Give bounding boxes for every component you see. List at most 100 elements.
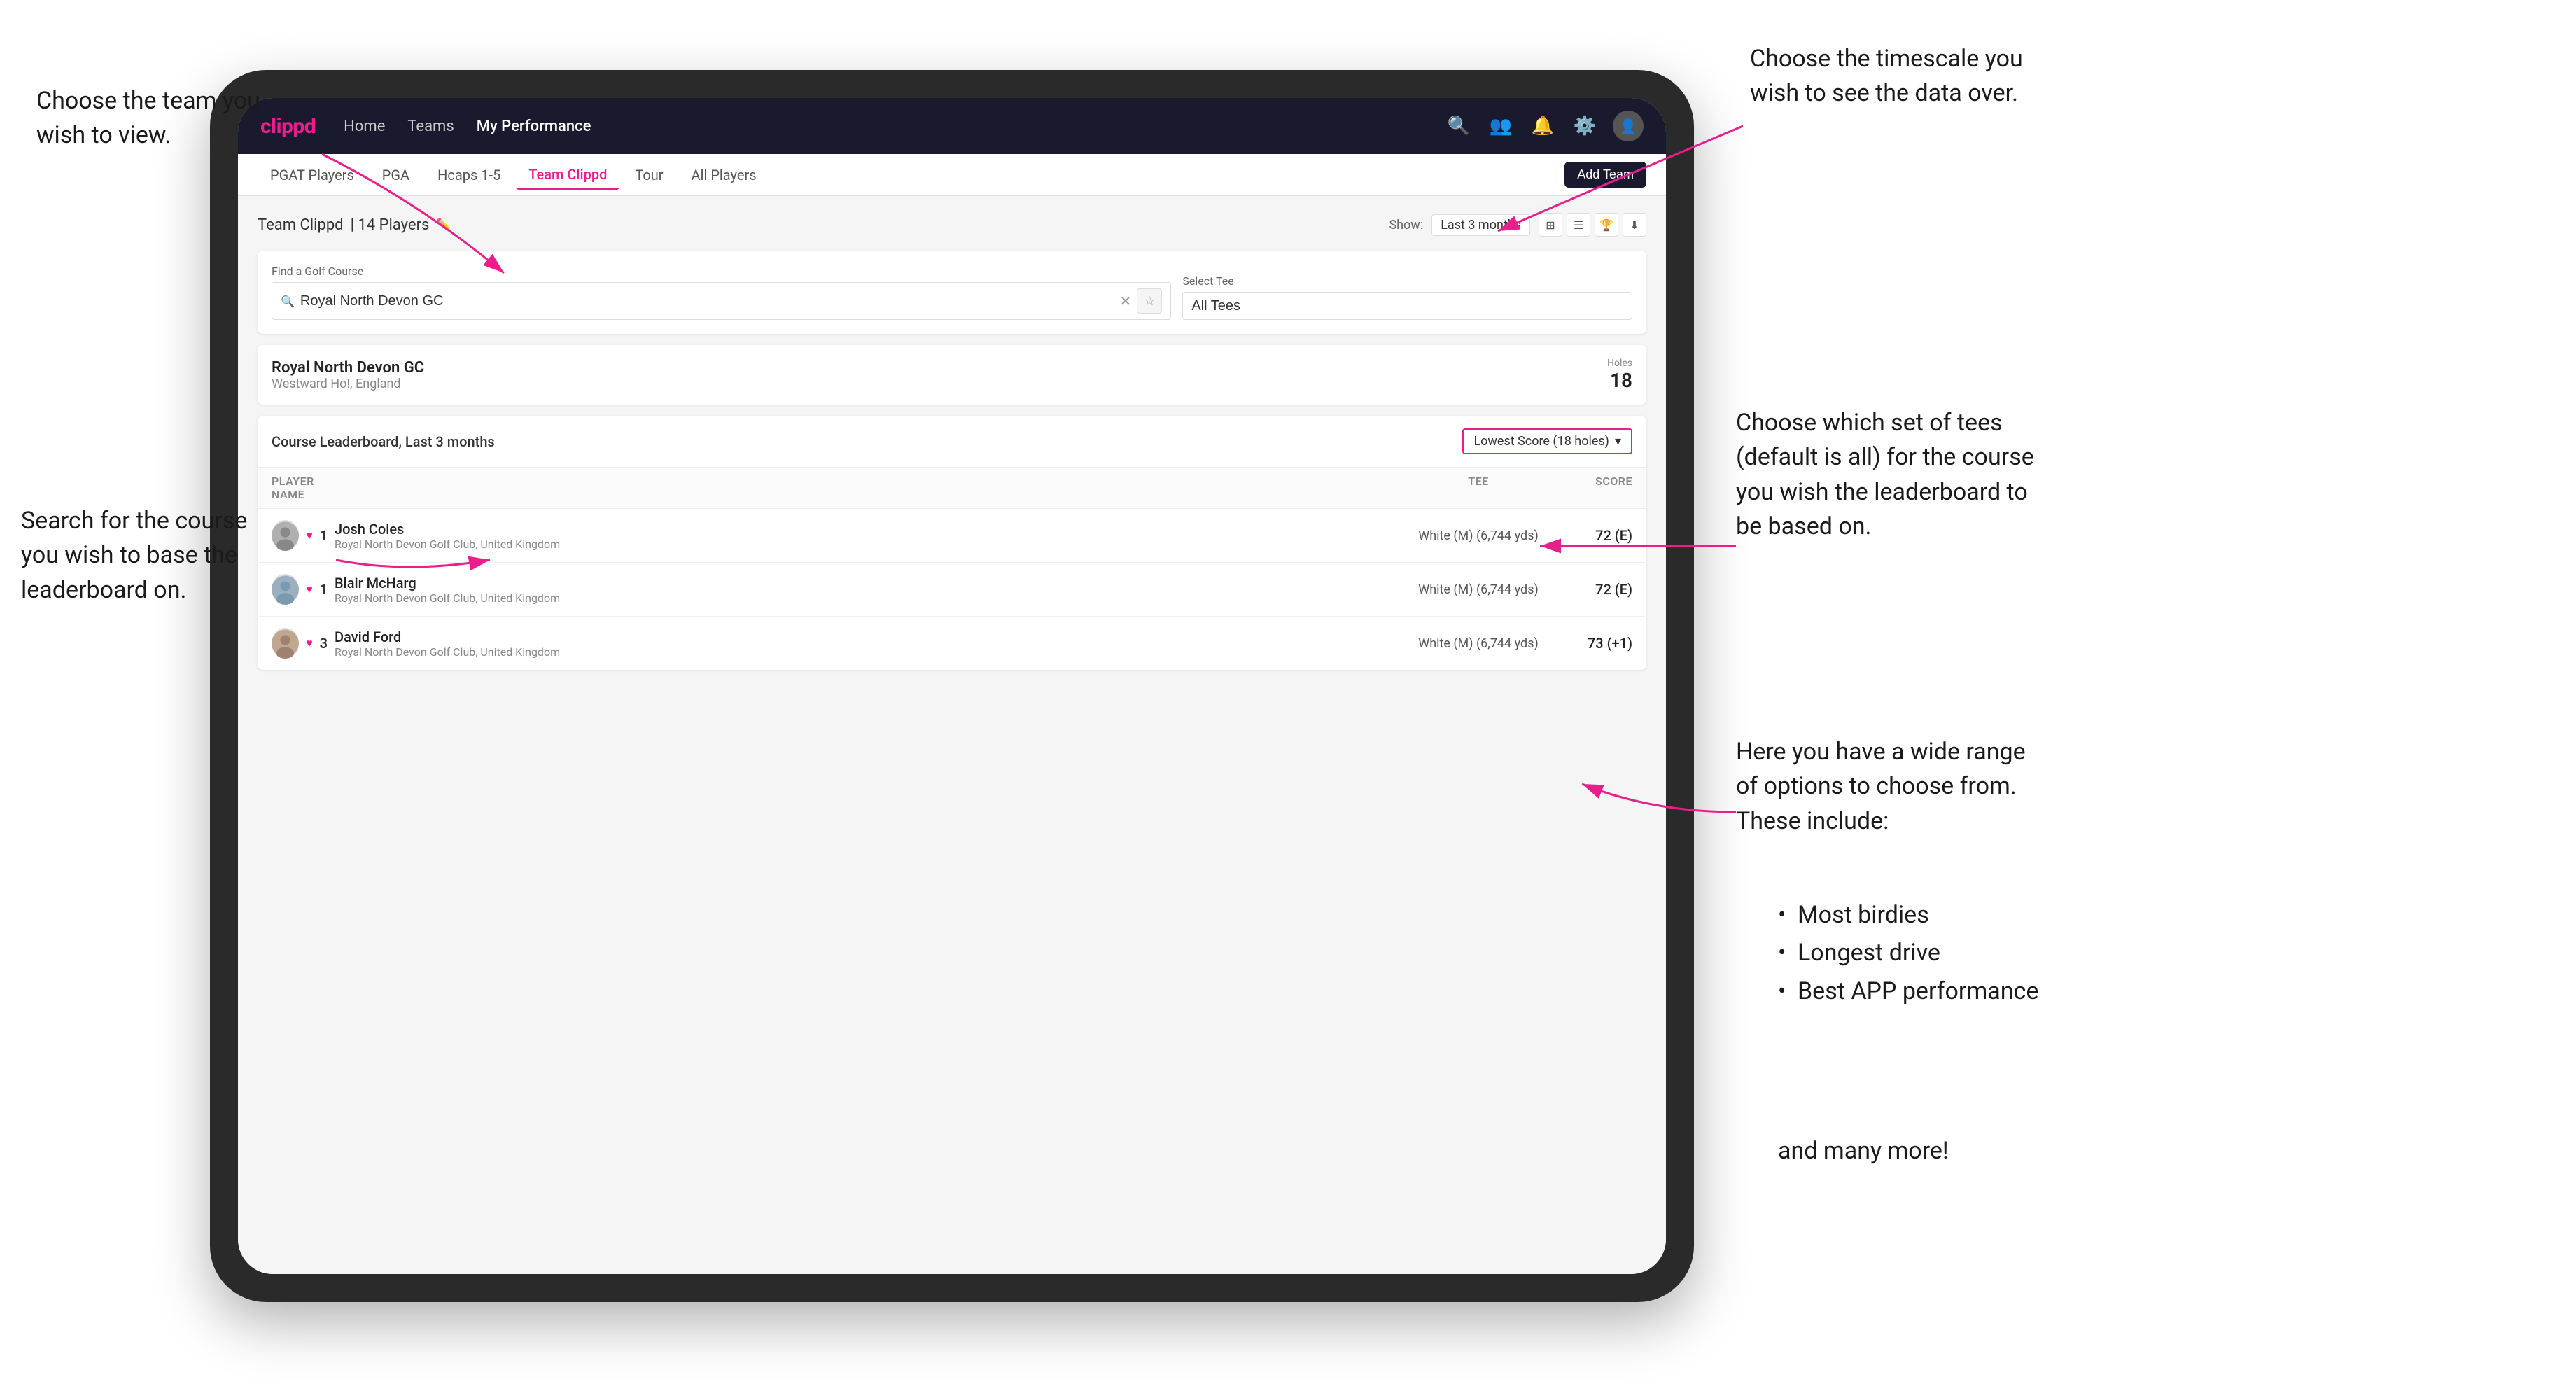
rank-2: 1	[320, 581, 328, 598]
annotation-top-right: Choose the timescale youwish to see the …	[1750, 42, 2023, 111]
player-info-1: Josh Coles Royal North Devon Golf Club, …	[328, 521, 1408, 551]
add-team-button[interactable]: Add Team	[1564, 162, 1646, 188]
find-course-group: Find a Golf Course 🔍 ✕ ☆	[272, 265, 1171, 320]
table-header: PLAYER NAME TEE SCORE	[258, 468, 1646, 509]
player-club-1: Royal North Devon Golf Club, United King…	[335, 538, 1408, 551]
course-name: Royal North Devon GC	[272, 359, 424, 377]
favorite-button[interactable]: ☆	[1137, 288, 1162, 314]
bell-icon[interactable]: 🔔	[1529, 112, 1557, 140]
subnav-hcaps[interactable]: Hcaps 1-5	[425, 161, 513, 189]
player-club-2: Royal North Devon Golf Club, United King…	[335, 592, 1408, 605]
subnav-pga[interactable]: PGA	[370, 161, 422, 189]
annotation-right-tees: Choose which set of tees(default is all)…	[1736, 406, 2034, 544]
score-1: 72 (E)	[1548, 527, 1632, 544]
heart-icon-2: ♥	[306, 582, 313, 596]
player-name-1: Josh Coles	[335, 521, 1408, 538]
search-section: Find a Golf Course 🔍 ✕ ☆ Select Tee All …	[258, 251, 1646, 334]
search-input[interactable]	[300, 293, 1114, 309]
leaderboard-section: Course Leaderboard, Last 3 months Lowest…	[258, 416, 1646, 670]
player-rank-3: ♥ 3	[272, 628, 328, 659]
sort-label: Lowest Score (18 holes)	[1474, 434, 1609, 449]
list-view-icon[interactable]: ☰	[1567, 213, 1590, 237]
find-course-label: Find a Golf Course	[272, 265, 1171, 278]
player-info-3: David Ford Royal North Devon Golf Club, …	[328, 629, 1408, 659]
subnav-all-players[interactable]: All Players	[679, 161, 769, 189]
download-icon[interactable]: ⬇	[1623, 213, 1646, 237]
table-row: ♥ 1 Josh Coles Royal North Devon Golf Cl…	[258, 509, 1646, 563]
player-rank-1: ♥ 1	[272, 520, 328, 551]
holes-count: 18	[1610, 369, 1632, 392]
col-player-name-spacer	[328, 475, 1408, 501]
course-location: Westward Ho!, England	[272, 377, 424, 391]
navbar-links: Home Teams My Performance	[344, 118, 1417, 135]
tee-select[interactable]: All Tees	[1182, 292, 1632, 320]
annotation-left: Search for the courseyou wish to base th…	[21, 504, 247, 608]
bullet-birdies: Most birdies	[1778, 896, 2038, 934]
select-tee-label: Select Tee	[1182, 274, 1632, 288]
player-rank-2: ♥ 1	[272, 574, 328, 605]
search-row: Find a Golf Course 🔍 ✕ ☆ Select Tee All …	[272, 265, 1632, 320]
team-name: Team Clippd	[258, 216, 344, 234]
settings-icon[interactable]: ⚙️	[1571, 112, 1599, 140]
player-avatar-2	[272, 574, 299, 605]
tablet-screen: clippd Home Teams My Performance 🔍 👥 🔔 ⚙…	[238, 98, 1666, 1274]
bullet-drive: Longest drive	[1778, 934, 2038, 972]
table-row: ♥ 1 Blair McHarg Royal North Devon Golf …	[258, 563, 1646, 617]
view-icons: ⊞ ☰ 🏆 ⬇	[1539, 213, 1646, 237]
table-row: ♥ 3 David Ford Royal North Devon Golf Cl…	[258, 617, 1646, 670]
navbar-icons: 🔍 👥 🔔 ⚙️ 👤	[1445, 111, 1644, 141]
team-title: Team Clippd | 14 Players ✏️	[258, 216, 452, 234]
nav-teams[interactable]: Teams	[407, 118, 454, 135]
holes-label: Holes	[1607, 358, 1632, 369]
nav-my-performance[interactable]: My Performance	[477, 118, 592, 135]
user-avatar[interactable]: 👤	[1613, 111, 1644, 141]
player-count: | 14 Players	[351, 216, 430, 234]
annotation-right-options: Here you have a wide rangeof options to …	[1736, 735, 2026, 839]
heart-icon-3: ♥	[306, 636, 313, 650]
annotation-top-left: Choose the team youwish to view.	[36, 84, 260, 153]
brand-logo: clippd	[260, 114, 316, 139]
subnav-pgat[interactable]: PGAT Players	[258, 161, 367, 189]
search-icon[interactable]: 🔍	[1445, 112, 1473, 140]
tee-info-1: White (M) (6,744 yds)	[1408, 528, 1548, 543]
trophy-icon[interactable]: 🏆	[1595, 213, 1618, 237]
select-tee-group: Select Tee All Tees	[1182, 274, 1632, 320]
col-score-header: SCORE	[1548, 475, 1632, 501]
player-name-2: Blair McHarg	[335, 575, 1408, 592]
grid-view-icon[interactable]: ⊞	[1539, 213, 1562, 237]
sort-chevron-icon: ▾	[1615, 434, 1621, 449]
heart-icon-1: ♥	[306, 528, 313, 542]
col-player-header: PLAYER NAME	[272, 475, 328, 501]
tee-info-2: White (M) (6,744 yds)	[1408, 582, 1548, 597]
rank-3: 3	[320, 635, 328, 652]
show-label: Show:	[1389, 218, 1423, 232]
search-input-wrap: 🔍 ✕ ☆	[272, 282, 1171, 320]
bullet-list: Most birdies Longest drive Best APP perf…	[1778, 896, 2038, 1010]
bullet-app: Best APP performance	[1778, 972, 2038, 1010]
player-avatar-1	[272, 520, 299, 551]
subnav-team-clippd[interactable]: Team Clippd	[516, 160, 620, 190]
course-result: Royal North Devon GC Westward Ho!, Engla…	[258, 345, 1646, 405]
course-info: Royal North Devon GC Westward Ho!, Engla…	[272, 359, 424, 391]
col-tee-header: TEE	[1408, 475, 1548, 501]
time-period-select[interactable]: Last 3 months	[1432, 214, 1530, 236]
navbar: clippd Home Teams My Performance 🔍 👥 🔔 ⚙…	[238, 98, 1666, 154]
tee-info-3: White (M) (6,744 yds)	[1408, 636, 1548, 651]
people-icon[interactable]: 👥	[1487, 112, 1515, 140]
subnav-tour[interactable]: Tour	[622, 161, 676, 189]
clear-search-button[interactable]: ✕	[1120, 293, 1132, 310]
search-input-icon: 🔍	[281, 295, 295, 308]
score-2: 72 (E)	[1548, 581, 1632, 598]
player-club-3: Royal North Devon Golf Club, United King…	[335, 645, 1408, 659]
leaderboard-title: Course Leaderboard, Last 3 months	[272, 433, 495, 450]
sort-select[interactable]: Lowest Score (18 holes) ▾	[1462, 428, 1632, 454]
score-3: 73 (+1)	[1548, 635, 1632, 652]
edit-icon[interactable]: ✏️	[436, 218, 451, 232]
tablet-frame: clippd Home Teams My Performance 🔍 👥 🔔 ⚙…	[210, 70, 1694, 1302]
player-avatar-3	[272, 628, 299, 659]
rank-1: 1	[320, 527, 328, 544]
nav-home[interactable]: Home	[344, 118, 385, 135]
main-content: Team Clippd | 14 Players ✏️ Show: Last 3…	[238, 196, 1666, 1274]
player-info-2: Blair McHarg Royal North Devon Golf Club…	[328, 575, 1408, 605]
show-controls: Show: Last 3 months ⊞ ☰ 🏆 ⬇	[1389, 213, 1646, 237]
